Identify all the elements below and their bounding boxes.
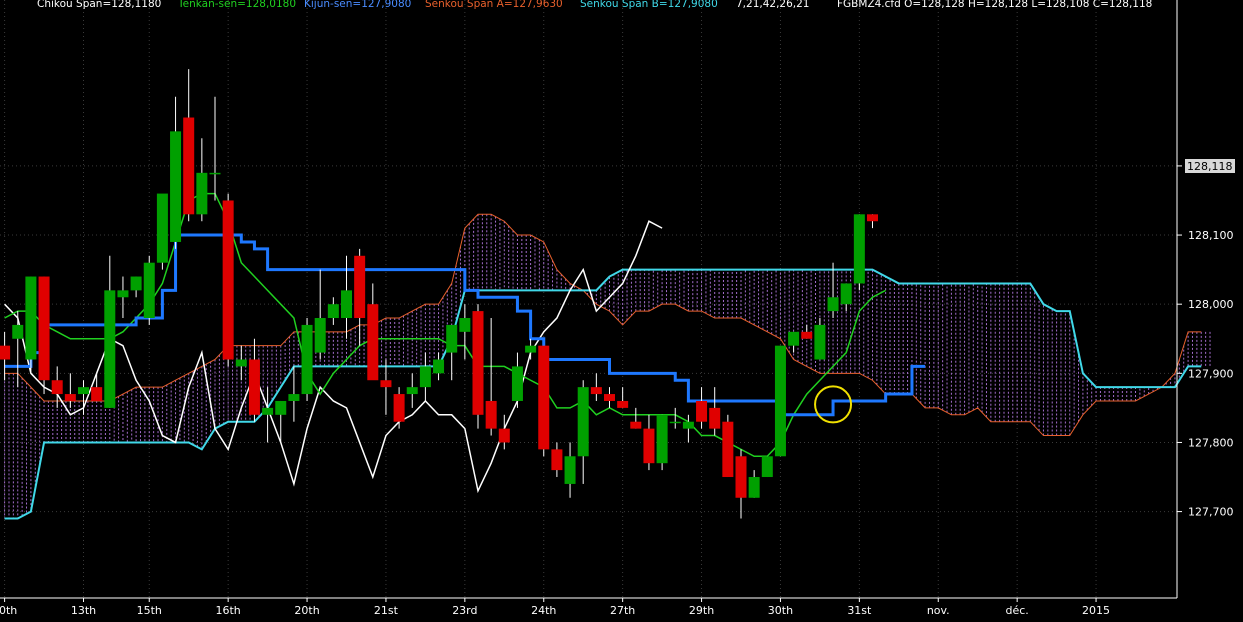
bull-candle	[525, 345, 537, 353]
bull-candle	[669, 421, 681, 424]
bull-candle	[419, 366, 431, 388]
bull-candle	[459, 318, 471, 332]
bear-candle	[472, 311, 484, 415]
bull-candle	[788, 331, 800, 346]
bull-candle	[314, 318, 326, 353]
bull-candle	[25, 276, 37, 360]
bull-candle	[288, 394, 300, 401]
price-tick-label: 128,000	[1188, 298, 1234, 311]
bull-candle	[130, 276, 142, 291]
time-tick-label: 15th	[137, 604, 162, 617]
price-tick-label: 127,800	[1188, 436, 1234, 449]
bull-candle	[406, 387, 418, 395]
time-tick-label: 13th	[71, 604, 96, 617]
bull-candle	[840, 283, 852, 305]
bear-candle	[551, 449, 563, 471]
senkou-a-legend: Senkou Span A=127,9630	[425, 0, 563, 10]
bull-candle	[433, 359, 445, 374]
bear-candle	[367, 304, 379, 381]
bear-candle	[590, 387, 602, 395]
time-tick-label: 27th	[610, 604, 635, 617]
tenkan-legend: Tenkan-sen=128,0180	[177, 0, 296, 10]
bear-candle	[735, 456, 747, 498]
bull-candle	[341, 290, 352, 319]
time-tick-label: déc.	[1006, 604, 1029, 617]
chikou-legend: Chikou Span=128,1180	[37, 0, 161, 10]
bull-candle	[774, 345, 786, 457]
bear-candle	[64, 394, 76, 401]
bull-candle	[275, 400, 287, 415]
last-price-tag: 128,118	[1185, 159, 1235, 173]
bear-candle	[485, 400, 497, 429]
bear-candle	[51, 380, 63, 395]
params-legend: 7,21,42,26,21	[736, 0, 809, 10]
time-tick-label: 2015	[1082, 604, 1110, 617]
bear-candle	[643, 428, 655, 464]
time-tick-label: 24th	[531, 604, 556, 617]
bear-candle	[696, 400, 708, 422]
bear-candle	[498, 428, 510, 443]
senkou-b-legend: Senkou Span B=127,9080	[580, 0, 718, 10]
bull-candle	[446, 324, 458, 353]
bear-candle	[630, 421, 642, 429]
time-tick-label: 10th	[0, 604, 17, 617]
time-tick-label: 30th	[768, 604, 793, 617]
bull-candle	[656, 414, 668, 464]
bear-candle	[801, 331, 813, 339]
time-tick-label: 29th	[689, 604, 714, 617]
price-tick-label: 127,700	[1188, 506, 1234, 519]
bull-candle	[327, 304, 339, 319]
bull-candle	[682, 421, 694, 429]
time-tick-label: 20th	[294, 604, 319, 617]
ichimoku-chart: 127,700127,800127,900128,000128,100128,2…	[0, 0, 1243, 622]
time-tick-label: 31st	[847, 604, 872, 617]
bull-candle	[853, 214, 865, 284]
bear-candle	[604, 394, 615, 401]
time-tick-label: nov.	[927, 604, 950, 617]
bull-candle	[511, 366, 523, 401]
time-tick-label: 16th	[216, 604, 241, 617]
bull-candle	[748, 477, 760, 498]
bull-candle	[827, 297, 839, 312]
bear-candle	[867, 214, 878, 222]
last-price-tag-label: 128,118	[1187, 160, 1233, 173]
bear-candle	[393, 394, 405, 422]
bull-candle	[577, 387, 589, 457]
bull-candle	[170, 131, 182, 242]
bull-candle	[143, 262, 155, 319]
indicator-legend: Chikou Span=128,1180 Tenkan-sen=128,0180…	[37, 0, 1152, 10]
bear-candle	[722, 421, 734, 478]
bear-candle	[380, 380, 392, 388]
bear-candle	[91, 387, 103, 401]
bull-candle	[564, 456, 576, 484]
bull-candle	[104, 290, 116, 408]
quote-legend: FGBMZ4.cfd O=128,128 H=128,128 L=128,108…	[837, 0, 1152, 10]
bull-candle	[235, 359, 247, 367]
bull-candle	[814, 324, 826, 360]
bull-candle	[78, 387, 89, 395]
bear-candle	[538, 345, 550, 450]
bear-candle	[709, 407, 721, 429]
time-tick-label: 23rd	[452, 604, 477, 617]
bear-candle	[38, 276, 50, 381]
bear-candle	[0, 345, 11, 360]
bull-candle	[156, 193, 168, 263]
bear-candle	[354, 255, 366, 319]
time-tick-label: 21st	[374, 604, 399, 617]
bull-candle	[262, 407, 274, 415]
price-tick-label: 127,900	[1188, 367, 1234, 380]
bull-candle	[209, 172, 221, 175]
bull-candle	[196, 172, 208, 215]
bear-candle	[222, 200, 234, 360]
bear-candle	[617, 400, 629, 408]
bear-candle	[183, 117, 195, 215]
price-tick-label: 128,100	[1188, 229, 1234, 242]
bear-candle	[248, 359, 260, 415]
bull-candle	[761, 456, 773, 478]
kijun-legend: Kijun-sen=127,9080	[304, 0, 411, 10]
bull-candle	[117, 290, 129, 298]
bull-candle	[301, 324, 313, 395]
bull-candle	[12, 324, 24, 339]
